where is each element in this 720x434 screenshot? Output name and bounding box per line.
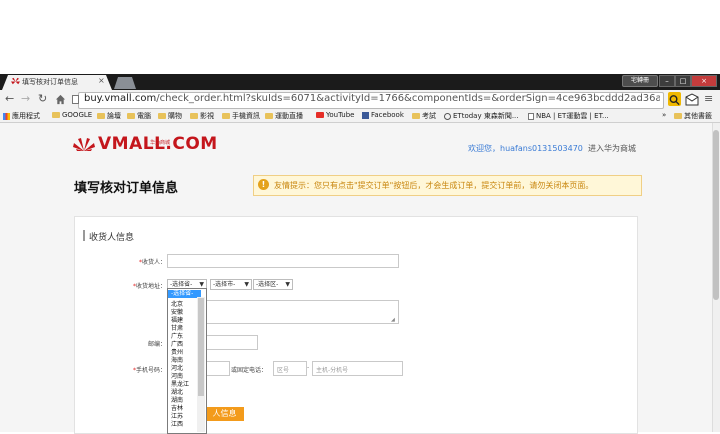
chevron-down-icon: ▼ — [285, 281, 290, 288]
bookmark-nba[interactable]: NBA | ET運動雲 | ET... — [528, 111, 609, 121]
folder-icon — [674, 113, 682, 119]
bookmark-folder[interactable]: 考試 — [412, 111, 436, 121]
forward-icon[interactable]: → — [21, 92, 30, 105]
district-select[interactable]: -选择区- ▼ — [253, 279, 293, 290]
youtube-icon — [316, 112, 324, 118]
profile-button[interactable]: 宅轉冊 — [622, 75, 658, 87]
resize-handle-icon[interactable]: ◢ — [391, 317, 395, 323]
bookmark-ettoday[interactable]: ETtoday 東森新聞... — [444, 111, 519, 121]
consignee-panel — [74, 216, 638, 434]
section-marker — [83, 230, 85, 241]
dropdown-option[interactable]: 江西 — [171, 419, 183, 428]
extension-mail-icon[interactable] — [685, 93, 699, 106]
minimize-icon[interactable]: – — [659, 75, 675, 87]
back-icon[interactable]: ← — [5, 92, 14, 105]
folder-icon — [158, 113, 166, 119]
bookmark-folder[interactable]: GOOGLE — [52, 111, 92, 119]
consignee-input[interactable] — [167, 254, 399, 268]
dash-separator: - — [307, 364, 310, 371]
bookmark-facebook[interactable]: Facebook — [362, 111, 404, 119]
folder-icon — [52, 112, 60, 118]
reload-icon[interactable]: ↻ — [38, 92, 47, 105]
maximize-icon[interactable]: □ — [675, 75, 691, 87]
consignee-label: *收货人： — [138, 259, 166, 266]
section-title: 收货人信息 — [89, 233, 135, 243]
menu-icon[interactable]: ≡ — [704, 92, 713, 105]
notice-text: 友情提示：您只有点击"提交订单"按钮后，才会生成订单，提交订单前，请勿关闭本页面… — [274, 181, 594, 190]
folder-icon — [265, 113, 273, 119]
page-info-icon[interactable] — [72, 95, 80, 104]
huawei-logo-icon[interactable] — [73, 138, 95, 152]
dropdown-scrollbar-thumb[interactable] — [198, 298, 204, 396]
close-window-icon[interactable]: × — [691, 75, 717, 87]
page-scrollbar-thumb[interactable] — [713, 130, 719, 300]
bookmark-folder[interactable]: 論壇 — [97, 111, 121, 121]
bookmark-other[interactable]: 其他書籤 — [674, 111, 712, 121]
page-icon — [528, 112, 534, 120]
bookmark-folder[interactable]: 手機資訊 — [222, 111, 260, 121]
tel-number-input[interactable]: 主机-分机号 — [312, 361, 403, 376]
bookmark-youtube[interactable]: YouTube — [316, 111, 354, 119]
bookmark-folder[interactable]: 影視 — [190, 111, 214, 121]
url-text: buy.vmall.com/check_order.html?skuIds=60… — [84, 93, 660, 104]
globe-icon — [444, 112, 451, 120]
huawei-favicon-icon — [11, 77, 20, 85]
chevron-down-icon: ▼ — [244, 281, 249, 288]
folder-icon — [190, 113, 198, 119]
bookmark-folder[interactable]: 購物 — [158, 111, 182, 121]
enter-vmall-link[interactable]: 进入华为商城 — [588, 143, 636, 154]
area-code-input[interactable]: 区号 — [273, 361, 307, 376]
tab-close-icon[interactable]: × — [98, 76, 105, 85]
home-icon[interactable] — [55, 94, 66, 105]
page-title: 填写核对订单信息 — [74, 181, 179, 196]
mobile-label: *手机号码： — [132, 367, 166, 374]
folder-icon — [127, 113, 135, 119]
tel-label: 或固定电话： — [231, 367, 268, 374]
warning-icon: ! — [258, 179, 269, 190]
city-select[interactable]: -选择市- ▼ — [210, 279, 252, 290]
bookmark-folder[interactable]: 電腦 — [127, 111, 151, 121]
vmall-logo-subtitle: 华为商城 — [150, 140, 171, 146]
bookmarks-overflow-button[interactable]: » — [662, 111, 666, 119]
folder-icon — [97, 113, 105, 119]
zip-label: 邮编： — [147, 341, 166, 348]
welcome-user-link[interactable]: 欢迎您，huafans0131503470 — [468, 143, 583, 154]
extension-search-icon[interactable] — [668, 92, 681, 106]
tab-title: 填写核对订单信息 — [22, 78, 78, 86]
address-label: *收货地址： — [132, 283, 166, 290]
bookmark-folder[interactable]: 運動直播 — [265, 111, 303, 121]
facebook-icon — [362, 111, 369, 119]
folder-icon — [222, 113, 230, 119]
bookmark-apps[interactable]: 應用程式 — [3, 111, 40, 121]
folder-icon — [412, 113, 420, 119]
